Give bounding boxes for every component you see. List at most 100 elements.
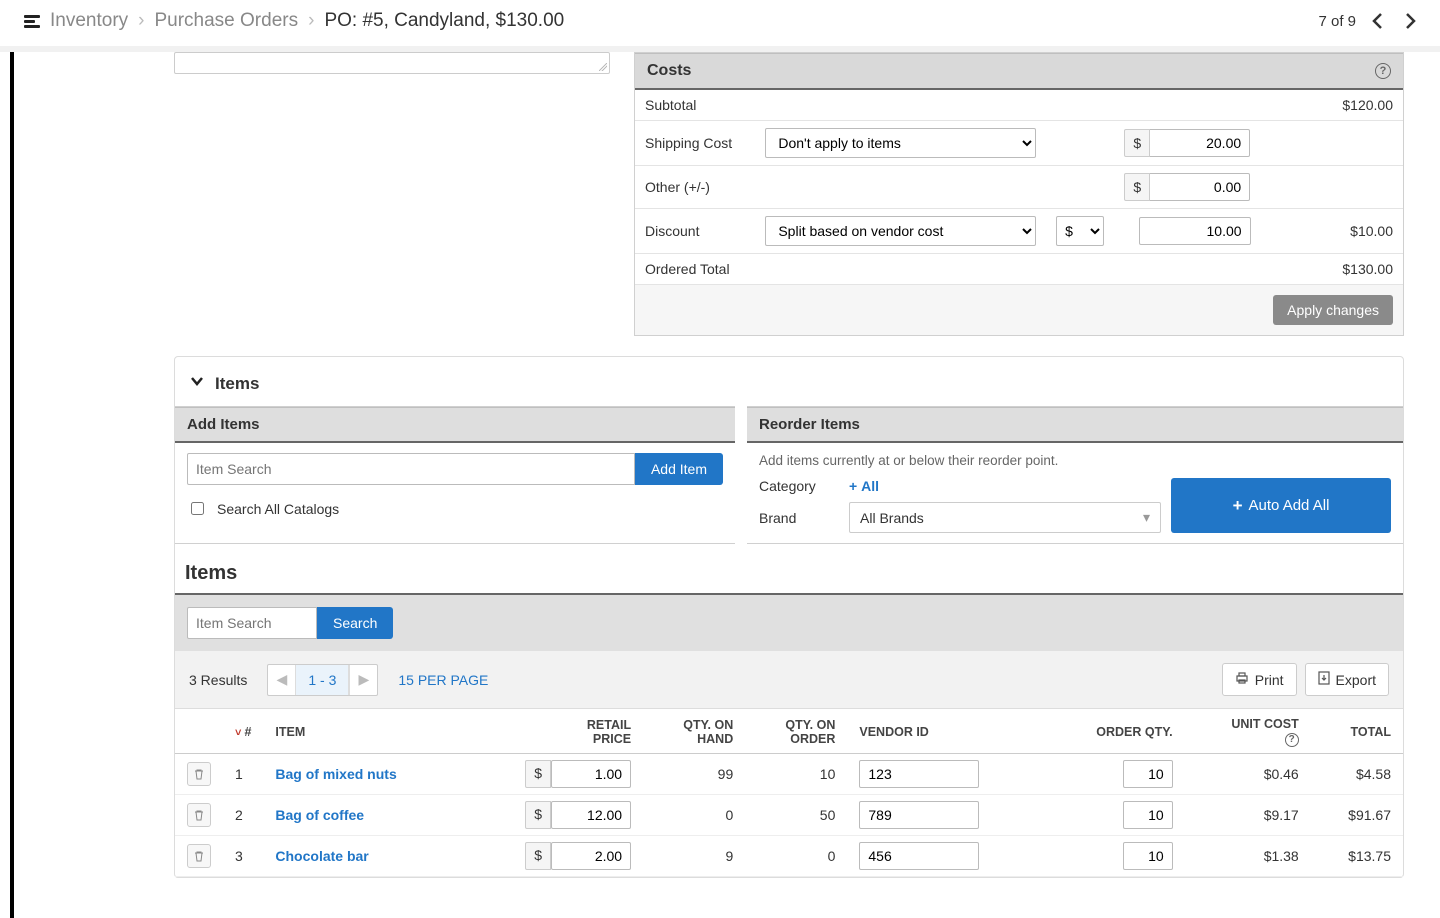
delete-row-button[interactable] bbox=[187, 762, 211, 786]
row-total: $13.75 bbox=[1311, 835, 1403, 876]
order-qty-input[interactable] bbox=[1123, 842, 1173, 870]
breadcrumb-level-1[interactable]: Inventory bbox=[50, 10, 128, 32]
other-label: Other (+/-) bbox=[635, 166, 755, 209]
subtotal-label: Subtotal bbox=[635, 90, 755, 121]
print-button[interactable]: Print bbox=[1222, 663, 1297, 696]
ordered-total-label: Ordered Total bbox=[635, 254, 755, 285]
unit-cost: $0.46 bbox=[1185, 753, 1311, 794]
retail-price-input[interactable] bbox=[551, 842, 631, 870]
items-pager: ◀ 1 - 3 ▶ bbox=[267, 664, 378, 696]
row-total: $4.58 bbox=[1311, 753, 1403, 794]
prev-record-button[interactable] bbox=[1368, 11, 1388, 31]
row-number: 2 bbox=[223, 794, 263, 835]
qty-on-order: 0 bbox=[745, 835, 847, 876]
row-total: $91.67 bbox=[1311, 794, 1403, 835]
other-currency: $ bbox=[1124, 173, 1150, 201]
next-record-button[interactable] bbox=[1400, 11, 1420, 31]
trash-icon bbox=[193, 768, 205, 780]
chevron-down-icon[interactable] bbox=[189, 373, 205, 394]
vendor-id-input[interactable] bbox=[859, 760, 979, 788]
other-cost-input[interactable] bbox=[1150, 173, 1250, 201]
add-items-heading: Add Items bbox=[187, 416, 260, 433]
reorder-items-heading: Reorder Items bbox=[759, 416, 860, 433]
qty-on-order: 10 bbox=[745, 753, 847, 794]
record-paginator: 7 of 9 bbox=[1318, 11, 1420, 31]
category-label: Category bbox=[759, 478, 839, 494]
help-icon[interactable]: ? bbox=[1375, 63, 1391, 79]
paginator-count: 7 of 9 bbox=[1318, 13, 1356, 30]
retail-price-input[interactable] bbox=[551, 760, 631, 788]
print-icon bbox=[1235, 671, 1249, 688]
order-qty-input[interactable] bbox=[1123, 801, 1173, 829]
currency-prefix: $ bbox=[525, 760, 551, 788]
category-all-link[interactable]: + All bbox=[849, 478, 879, 494]
vendor-id-input[interactable] bbox=[859, 801, 979, 829]
vendor-id-input[interactable] bbox=[859, 842, 979, 870]
pager-next-button[interactable]: ▶ bbox=[349, 665, 377, 695]
items-section-title: Items bbox=[215, 374, 259, 394]
results-count: 3 Results bbox=[189, 672, 247, 688]
discount-input[interactable] bbox=[1139, 217, 1251, 245]
unit-cost: $9.17 bbox=[1185, 794, 1311, 835]
trash-icon bbox=[193, 809, 205, 821]
shipping-apply-select[interactable]: Don't apply to items bbox=[765, 128, 1036, 158]
per-page-select[interactable]: 15 PER PAGE bbox=[398, 672, 488, 688]
search-all-catalogs-checkbox[interactable] bbox=[191, 502, 204, 515]
export-icon bbox=[1318, 671, 1330, 688]
brand-label: Brand bbox=[759, 510, 839, 526]
plus-icon: + bbox=[849, 478, 861, 494]
col-order-qty[interactable]: ORDER QTY. bbox=[1046, 709, 1185, 753]
item-link[interactable]: Chocolate bar bbox=[275, 848, 368, 864]
plus-icon: + bbox=[1233, 496, 1243, 516]
sort-indicator-icon[interactable]: ˅ bbox=[235, 727, 241, 739]
add-item-search-input[interactable] bbox=[187, 453, 635, 485]
discount-apply-select[interactable]: Split based on vendor cost bbox=[765, 216, 1036, 246]
ordered-total-amount: $130.00 bbox=[1261, 254, 1403, 285]
chevron-right-icon: › bbox=[308, 10, 314, 32]
items-search-input[interactable] bbox=[187, 607, 317, 639]
delete-row-button[interactable] bbox=[187, 844, 211, 868]
help-icon[interactable]: ? bbox=[1285, 733, 1299, 747]
col-vendor-id[interactable]: VENDOR ID bbox=[847, 709, 1046, 753]
order-qty-input[interactable] bbox=[1123, 760, 1173, 788]
col-retail-price[interactable]: RETAILPRICE bbox=[464, 709, 643, 753]
items-list-heading: Items bbox=[175, 544, 1403, 593]
table-row: 1 Bag of mixed nuts $9910 $0.46$4.58 bbox=[175, 753, 1403, 794]
apply-changes-button[interactable]: Apply changes bbox=[1273, 295, 1393, 325]
col-qty-on-order[interactable]: QTY. ONORDER bbox=[745, 709, 847, 753]
brand-select[interactable]: All Brands ▾ bbox=[849, 502, 1161, 533]
col-total[interactable]: TOTAL bbox=[1311, 709, 1403, 753]
shipping-currency: $ bbox=[1124, 129, 1150, 157]
qty-on-hand: 99 bbox=[643, 753, 745, 794]
notes-textarea[interactable] bbox=[174, 52, 610, 74]
discount-type-select[interactable]: $ bbox=[1056, 216, 1104, 246]
item-link[interactable]: Bag of coffee bbox=[275, 807, 364, 823]
item-link[interactable]: Bag of mixed nuts bbox=[275, 766, 396, 782]
row-number: 1 bbox=[223, 753, 263, 794]
currency-prefix: $ bbox=[525, 842, 551, 870]
trash-icon bbox=[193, 850, 205, 862]
discount-label: Discount bbox=[635, 209, 755, 254]
unit-cost: $1.38 bbox=[1185, 835, 1311, 876]
currency-prefix: $ bbox=[525, 801, 551, 829]
col-unit-cost[interactable]: UNIT COST? bbox=[1185, 709, 1311, 753]
table-row: 3Chocolate bar$90$1.38$13.75 bbox=[175, 835, 1403, 876]
add-item-button[interactable]: Add Item bbox=[635, 453, 723, 485]
export-button[interactable]: Export bbox=[1305, 663, 1389, 696]
table-row: 2Bag of coffee$050$9.17$91.67 bbox=[175, 794, 1403, 835]
col-qty-on-hand[interactable]: QTY. ONHAND bbox=[643, 709, 745, 753]
col-item[interactable]: ITEM bbox=[263, 709, 464, 753]
auto-add-all-button[interactable]: + Auto Add All bbox=[1171, 478, 1391, 533]
col-num[interactable]: # bbox=[244, 725, 251, 739]
chevron-down-icon: ▾ bbox=[1143, 509, 1150, 526]
chevron-right-icon: › bbox=[138, 10, 144, 32]
items-search-button[interactable]: Search bbox=[317, 607, 393, 639]
shipping-cost-input[interactable] bbox=[1150, 129, 1250, 157]
breadcrumb-current: PO: #5, Candyland, $130.00 bbox=[324, 10, 564, 32]
qty-on-hand: 9 bbox=[643, 835, 745, 876]
pager-prev-button[interactable]: ◀ bbox=[268, 665, 296, 695]
retail-price-input[interactable] bbox=[551, 801, 631, 829]
breadcrumb-level-2[interactable]: Purchase Orders bbox=[154, 10, 298, 32]
search-all-catalogs-label: Search All Catalogs bbox=[217, 501, 339, 517]
delete-row-button[interactable] bbox=[187, 803, 211, 827]
